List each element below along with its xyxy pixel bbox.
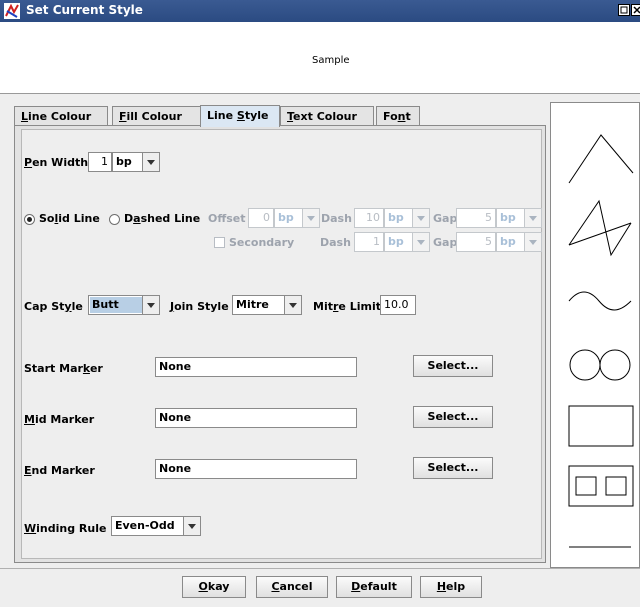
secondary-gap-label: Gap	[433, 236, 458, 249]
chevron-down-icon	[142, 296, 159, 314]
tab-font[interactable]: Font	[376, 106, 420, 126]
cap-style-value: Butt	[90, 297, 142, 313]
tab-line-colour[interactable]: Line Colour	[14, 106, 108, 126]
chevron-down-icon	[524, 233, 541, 251]
dash-unit-value: bp	[388, 211, 404, 224]
shape-preview-list[interactable]	[550, 102, 640, 568]
cap-style-label: Cap Style	[24, 300, 83, 313]
pen-width-unit-value: bp	[116, 155, 132, 168]
mid-marker-select-button[interactable]: Select...	[413, 406, 493, 428]
two-squares-icon[interactable]	[568, 465, 634, 507]
tab-text-colour[interactable]: Text Colour	[280, 106, 374, 126]
start-marker-select-button[interactable]: Select...	[413, 355, 493, 377]
chevron-down-icon	[524, 209, 541, 227]
dash-unit-select[interactable]: bp	[384, 208, 430, 228]
secondary-checkbox[interactable]	[214, 237, 225, 248]
join-style-value: Mitre	[236, 298, 269, 311]
gap-unit-select[interactable]: bp	[496, 208, 542, 228]
solid-line-label: Solid Line	[39, 212, 100, 225]
tab-fill-colour[interactable]: Fill Colour	[112, 106, 202, 126]
sample-preview: Sample	[0, 22, 640, 94]
chevron-down-icon	[183, 517, 200, 535]
dash-label: Dash	[321, 212, 352, 225]
mid-marker-field[interactable]: None	[155, 408, 357, 428]
dashed-line-label: Dashed Line	[124, 212, 201, 225]
dash-field[interactable]: 10	[354, 208, 384, 228]
dialog-button-bar: Okay Cancel Default Help	[0, 568, 640, 607]
secondary-label: Secondary	[229, 236, 295, 249]
window-title: Set Current Style	[26, 3, 143, 17]
start-marker-field[interactable]: None	[155, 357, 357, 377]
default-button[interactable]: Default	[336, 576, 412, 598]
secondary-dash-field[interactable]: 1	[354, 232, 384, 252]
pen-width-field[interactable]: 1	[88, 152, 112, 172]
start-marker-label: Start Marker	[24, 362, 103, 375]
dashed-line-radio[interactable]	[109, 214, 120, 225]
join-style-select[interactable]: Mitre	[232, 295, 302, 315]
offset-unit-select[interactable]: bp	[274, 208, 320, 228]
chevron-down-icon	[142, 153, 159, 171]
maximize-icon[interactable]	[618, 4, 630, 16]
end-marker-select-button[interactable]: Select...	[413, 457, 493, 479]
winding-rule-value: Even-Odd	[115, 519, 175, 532]
mitre-limit-field[interactable]: 10.0	[380, 295, 416, 315]
line-style-panel	[14, 125, 546, 563]
rectangle-icon[interactable]	[568, 405, 634, 447]
chevron-down-icon	[302, 209, 319, 227]
help-button[interactable]: Help	[420, 576, 482, 598]
gap-label: Gap	[433, 212, 458, 225]
end-marker-label: End Marker	[24, 464, 95, 477]
chevron-down-icon	[412, 233, 429, 251]
sample-text: Sample	[312, 55, 350, 66]
winding-rule-select[interactable]: Even-Odd	[111, 516, 201, 536]
two-circles-icon[interactable]	[569, 349, 631, 381]
chevron-down-icon	[412, 209, 429, 227]
cancel-button[interactable]: Cancel	[256, 576, 328, 598]
cap-style-select[interactable]: Butt	[88, 295, 160, 315]
title-bar: Set Current Style	[0, 0, 640, 22]
join-style-label: Join Style	[170, 300, 229, 313]
chevron-down-icon	[284, 296, 301, 314]
sine-wave-icon[interactable]	[568, 291, 632, 311]
close-icon[interactable]	[631, 4, 640, 16]
secondary-gap-field[interactable]: 5	[456, 232, 496, 252]
pen-width-unit-select[interactable]: bp	[112, 152, 160, 172]
offset-label: Offset	[208, 212, 246, 225]
zigzag-icon[interactable]	[568, 199, 632, 257]
winding-rule-label: Winding Rule	[24, 522, 107, 535]
offset-unit-value: bp	[278, 211, 294, 224]
end-marker-field[interactable]: None	[155, 459, 357, 479]
secondary-dash-unit-value: bp	[388, 235, 404, 248]
solid-line-radio[interactable]	[24, 214, 35, 225]
secondary-dash-label: Dash	[320, 236, 351, 249]
secondary-dash-unit-select[interactable]: bp	[384, 232, 430, 252]
secondary-gap-unit-select[interactable]: bp	[496, 232, 542, 252]
line-style-panel-inner	[21, 129, 542, 559]
secondary-gap-unit-value: bp	[500, 235, 516, 248]
tab-line-style[interactable]: Line Style	[200, 105, 280, 127]
angle-line-icon[interactable]	[568, 134, 634, 184]
mid-marker-label: Mid Marker	[24, 413, 95, 426]
mitre-limit-label: Mitre Limit	[313, 300, 381, 313]
offset-field[interactable]: 0	[248, 208, 274, 228]
app-icon	[4, 3, 20, 19]
okay-button[interactable]: Okay	[182, 576, 246, 598]
gap-unit-value: bp	[500, 211, 516, 224]
pen-width-label: Pen Width	[24, 156, 89, 169]
gap-field[interactable]: 5	[456, 208, 496, 228]
